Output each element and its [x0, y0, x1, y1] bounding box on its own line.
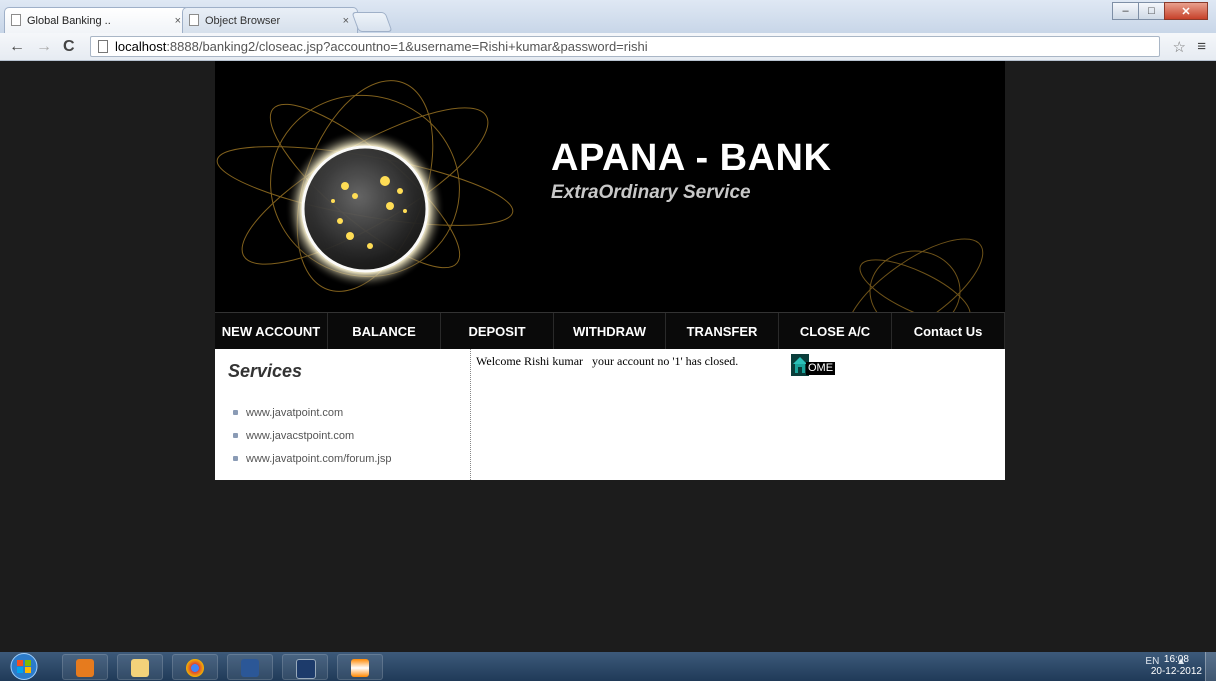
window-controls: – □ ✕ — [1112, 2, 1208, 20]
list-item: www.javatpoint.com/forum.jsp — [233, 447, 392, 470]
page-icon — [189, 14, 199, 26]
taskbar-word[interactable] — [227, 654, 273, 680]
menu-icon[interactable]: ≡ — [1197, 38, 1206, 55]
nav-transfer[interactable]: TRANSFER — [666, 313, 779, 349]
browser-toolbar: ← → C localhost:8888/banking2/closeac.js… — [0, 33, 1216, 61]
link-javatpoint[interactable]: www.javatpoint.com — [246, 407, 343, 419]
nav-balance[interactable]: BALANCE — [328, 313, 441, 349]
reload-icon[interactable]: C — [63, 37, 75, 57]
back-icon[interactable]: ← — [9, 37, 25, 57]
vlc-cone-icon — [351, 659, 369, 677]
taskbar-vlc[interactable] — [337, 654, 383, 680]
folder-icon — [131, 659, 149, 677]
tab-title: Global Banking .. — [27, 14, 111, 27]
page-icon — [11, 14, 21, 26]
clock-time: 16:08 — [1163, 654, 1189, 665]
list-item: www.javatpoint.com — [233, 401, 392, 424]
page-icon — [98, 40, 108, 53]
bank-title: APANA - BANK — [551, 137, 832, 179]
header-banner: APANA - BANK ExtraOrdinary Service — [215, 61, 1005, 312]
home-button[interactable]: OME — [791, 354, 837, 376]
tab-object-browser[interactable]: Object Browser × — [182, 7, 358, 33]
taskbar-app-8[interactable] — [282, 654, 328, 680]
clock-date: 20-12-2012 — [1150, 666, 1202, 677]
main-nav: NEW ACCOUNT BALANCE DEPOSIT WITHDRAW TRANSFE… — [215, 312, 1005, 349]
maximize-button[interactable]: □ — [1138, 2, 1165, 20]
nav-deposit[interactable]: DEPOSIT — [441, 313, 554, 349]
taskbar-explorer[interactable] — [117, 654, 163, 680]
link-javacstpoint[interactable]: www.javacstpoint.com — [246, 430, 354, 442]
bank-tagline: ExtraOrdinary Service — [551, 182, 751, 203]
bookmark-star-icon[interactable]: ☆ — [1173, 38, 1186, 56]
chrome-icon — [186, 659, 204, 677]
home-label: OME — [806, 362, 836, 375]
windows-taskbar: EN ▲ 16:08 20-12-2012 — [0, 652, 1216, 681]
services-sidebar: Services www.javatpoint.com www.javacstp… — [215, 349, 471, 480]
clock[interactable]: 16:08 20-12-2012 — [1151, 654, 1202, 678]
nav-new-account[interactable]: NEW ACCOUNT — [215, 313, 328, 349]
new-tab-button[interactable] — [351, 12, 393, 32]
bank-site: APANA - BANK ExtraOrdinary Service NEW A… — [215, 61, 1005, 480]
bullet-icon — [233, 433, 238, 438]
nav-close-a-c[interactable]: CLOSE A/C — [779, 313, 892, 349]
browser-tabstrip: Global Banking .. × Object Browser × – □… — [0, 0, 1216, 33]
main-panel: Welcome Rishi kumar your account no '1' … — [474, 349, 1005, 480]
link-forum[interactable]: www.javatpoint.com/forum.jsp — [246, 453, 392, 465]
nav-contact-us[interactable]: Contact Us — [892, 313, 1005, 349]
page-viewport: APANA - BANK ExtraOrdinary Service NEW A… — [8, 61, 1208, 652]
url-host: localhost — [115, 39, 167, 54]
app-icon — [296, 659, 316, 679]
media-player-icon — [76, 659, 94, 677]
close-window-button[interactable]: ✕ — [1164, 2, 1208, 20]
account-closed-message: Welcome Rishi kumar your account no '1' … — [476, 354, 739, 368]
bullet-icon — [233, 410, 238, 415]
nav-withdraw[interactable]: WITHDRAW — [554, 313, 666, 349]
address-bar[interactable]: localhost:8888/banking2/closeac.jsp?acco… — [90, 36, 1160, 57]
minimize-button[interactable]: – — [1112, 2, 1139, 20]
tab-global-banking[interactable]: Global Banking .. × — [4, 7, 190, 33]
taskbar-media-player[interactable] — [62, 654, 108, 680]
bullet-icon — [233, 456, 238, 461]
tab-title: Object Browser — [205, 14, 281, 27]
list-item: www.javacstpoint.com — [233, 424, 392, 447]
taskbar-chrome[interactable] — [172, 654, 218, 680]
forward-icon[interactable]: → — [36, 37, 52, 57]
tab-close-icon[interactable]: × — [343, 15, 349, 27]
services-links: www.javatpoint.com www.javacstpoint.com … — [233, 401, 392, 470]
show-desktop-button[interactable] — [1205, 652, 1216, 681]
tab-close-icon[interactable]: × — [175, 15, 181, 27]
content-area: Services www.javatpoint.com www.javacstp… — [215, 349, 1005, 480]
url-path: :8888/banking2/closeac.jsp?accountno=1&u… — [166, 39, 648, 54]
services-heading: Services — [228, 361, 303, 381]
word-icon — [241, 659, 259, 677]
start-orb-icon[interactable] — [8, 652, 40, 681]
